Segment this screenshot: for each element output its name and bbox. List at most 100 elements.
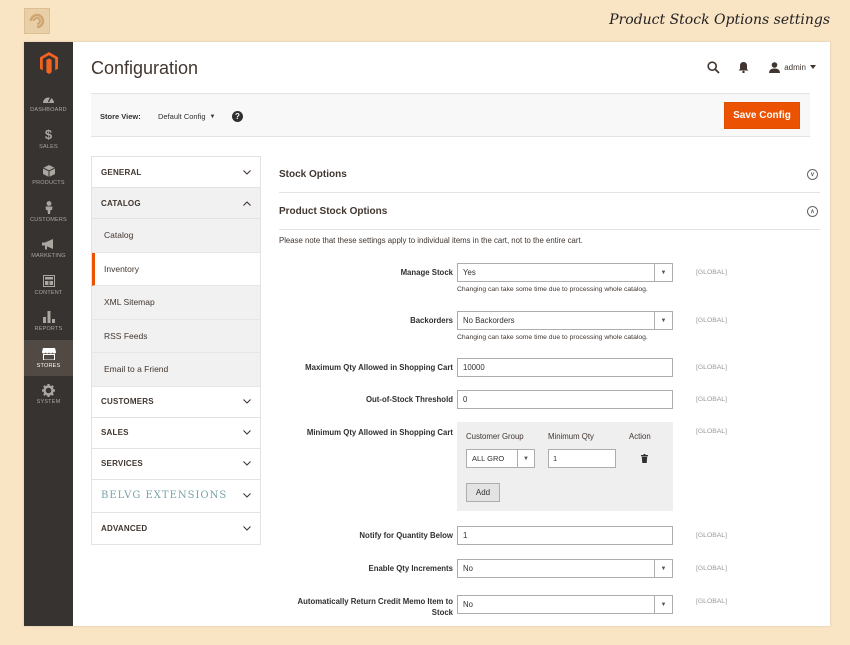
sidebar-item-label: STORES xyxy=(36,362,61,369)
chevron-down-icon xyxy=(243,430,251,435)
megaphone-icon xyxy=(42,237,55,251)
box-icon xyxy=(42,164,55,178)
admin-user-menu[interactable]: admin xyxy=(769,61,816,73)
dropdown-arrow-icon: ▼ xyxy=(654,264,672,281)
oos-threshold-input[interactable]: 0 xyxy=(457,390,673,409)
dropdown-arrow-icon: ▼ xyxy=(517,450,534,467)
tab-belvg-extensions[interactable]: BELVG EXTENSIONS xyxy=(92,480,260,513)
section-note: Please note that these settings apply to… xyxy=(279,236,583,245)
sidebar-item-content[interactable]: CONTENT xyxy=(24,267,73,304)
section-title: Stock Options xyxy=(279,168,347,180)
sidebar-item-label: SALES xyxy=(39,143,58,150)
gear-icon xyxy=(42,383,55,397)
admin-sidebar: DASHBOARD $ SALES PRODUCTS CUSTOMERS MAR… xyxy=(24,42,73,626)
column-header-action: Action xyxy=(629,432,651,441)
customer-group-select[interactable]: ALL GRO ▼ xyxy=(466,449,535,468)
field-label: Notify for Quantity Below xyxy=(359,531,453,540)
field-label: Manage Stock xyxy=(400,268,453,277)
subtab-catalog[interactable]: Catalog xyxy=(92,219,260,253)
caret-down-icon: ▼ xyxy=(209,113,216,120)
tab-label: CATALOG xyxy=(101,198,141,208)
scope-label: [GLOBAL] xyxy=(696,565,727,572)
dashboard-icon xyxy=(42,91,55,105)
subtab-rss-feeds[interactable]: RSS Feeds xyxy=(92,319,260,353)
field-hint: Changing can take some time due to proce… xyxy=(457,286,648,293)
field-hint: Changing can take some time due to proce… xyxy=(457,334,648,341)
caret-down-icon xyxy=(810,65,816,69)
search-icon[interactable] xyxy=(705,59,721,75)
config-content: Stock Options ∨ Product Stock Options ∧ … xyxy=(279,156,820,617)
column-header-minimum-qty: Minimum Qty xyxy=(548,432,594,441)
notify-qty-input[interactable]: 1 xyxy=(457,526,673,545)
dropdown-arrow-icon: ▼ xyxy=(654,312,672,329)
collapse-circle-icon: ∧ xyxy=(807,206,818,217)
add-row-button[interactable]: Add xyxy=(466,483,500,502)
page-title: Configuration xyxy=(91,58,199,78)
trash-icon[interactable] xyxy=(639,452,649,464)
scope-label: [GLOBAL] xyxy=(696,396,727,403)
person-icon xyxy=(44,201,54,215)
subtab-inventory[interactable]: Inventory xyxy=(92,252,260,286)
backorders-select[interactable]: No Backorders ▼ xyxy=(457,311,673,330)
sidebar-item-label: SYSTEM xyxy=(36,399,61,406)
select-value: No Backorders xyxy=(463,316,515,325)
field-label: Out-of-Stock Threshold xyxy=(365,395,453,404)
user-icon xyxy=(769,61,781,73)
auto-return-select[interactable]: No ▼ xyxy=(457,595,673,614)
bell-icon[interactable] xyxy=(735,59,751,75)
chevron-down-icon xyxy=(243,461,251,466)
magento-logo[interactable] xyxy=(24,42,73,84)
tab-advanced[interactable]: ADVANCED xyxy=(92,513,260,544)
chevron-down-icon xyxy=(243,169,251,175)
tab-customers[interactable]: CUSTOMERS xyxy=(92,387,260,418)
sidebar-item-label: PRODUCTS xyxy=(32,180,65,187)
sidebar-item-marketing[interactable]: MARKETING xyxy=(24,230,73,267)
scope-label: [GLOBAL] xyxy=(696,598,727,605)
screenshot-caption: Product Stock Options settings xyxy=(609,12,830,28)
scope-label: [GLOBAL] xyxy=(696,269,727,276)
scope-label: [GLOBAL] xyxy=(696,317,727,324)
field-label: Enable Qty Increments xyxy=(368,564,454,573)
subtab-email-to-a-friend[interactable]: Email to a Friend xyxy=(92,353,260,387)
tab-services[interactable]: SERVICES xyxy=(92,449,260,480)
sidebar-item-dashboard[interactable]: DASHBOARD xyxy=(24,84,73,121)
store-view-value: Default Config xyxy=(158,112,206,121)
minimum-qty-input[interactable]: 1 xyxy=(548,449,616,468)
sidebar-item-sales[interactable]: $ SALES xyxy=(24,121,73,158)
tab-label: ADVANCED xyxy=(101,523,148,533)
store-view-switcher[interactable]: Default Config ▼ xyxy=(158,112,215,121)
sidebar-item-label: REPORTS xyxy=(34,326,63,333)
store-view-label: Store View: xyxy=(100,112,141,121)
save-config-button[interactable]: Save Config xyxy=(724,102,800,129)
tab-sales[interactable]: SALES xyxy=(92,418,260,449)
tab-label: CUSTOMERS xyxy=(101,397,154,406)
scope-label: [GLOBAL] xyxy=(696,428,727,435)
qty-increments-select[interactable]: No ▼ xyxy=(457,559,673,578)
manage-stock-select[interactable]: Yes ▼ xyxy=(457,263,673,282)
main-area: Configuration admin Store View: Default … xyxy=(73,42,830,626)
select-value: No xyxy=(463,600,473,609)
field-label: Maximum Qty Allowed in Shopping Cart xyxy=(305,363,453,372)
section-stock-options[interactable]: Stock Options ∨ xyxy=(279,156,820,193)
dropdown-arrow-icon: ▼ xyxy=(654,596,672,613)
tab-general[interactable]: GENERAL xyxy=(92,157,260,188)
sidebar-item-products[interactable]: PRODUCTS xyxy=(24,157,73,194)
sidebar-item-system[interactable]: SYSTEM xyxy=(24,376,73,413)
section-title: Product Stock Options xyxy=(279,205,388,217)
chevron-up-icon xyxy=(243,200,251,206)
min-qty-table: Customer Group Minimum Qty Action ALL GR… xyxy=(457,422,673,511)
tab-catalog[interactable]: CATALOG xyxy=(92,188,260,219)
help-icon[interactable]: ? xyxy=(232,111,243,122)
max-qty-input[interactable]: 10000 xyxy=(457,358,673,377)
section-product-stock-options[interactable]: Product Stock Options ∧ xyxy=(279,193,820,230)
layout-icon xyxy=(42,274,55,288)
admin-window: DASHBOARD $ SALES PRODUCTS CUSTOMERS MAR… xyxy=(24,42,830,626)
store-icon xyxy=(41,347,56,361)
subtab-xml-sitemap[interactable]: XML Sitemap xyxy=(92,286,260,320)
sidebar-item-reports[interactable]: REPORTS xyxy=(24,303,73,340)
sidebar-item-customers[interactable]: CUSTOMERS xyxy=(24,194,73,231)
sidebar-item-stores[interactable]: STORES xyxy=(24,339,73,376)
column-header-customer-group: Customer Group xyxy=(466,432,524,441)
config-tabs: GENERAL CATALOG Catalog Inventory XML Si… xyxy=(91,156,261,545)
tab-label: BELVG EXTENSIONS xyxy=(101,490,228,501)
